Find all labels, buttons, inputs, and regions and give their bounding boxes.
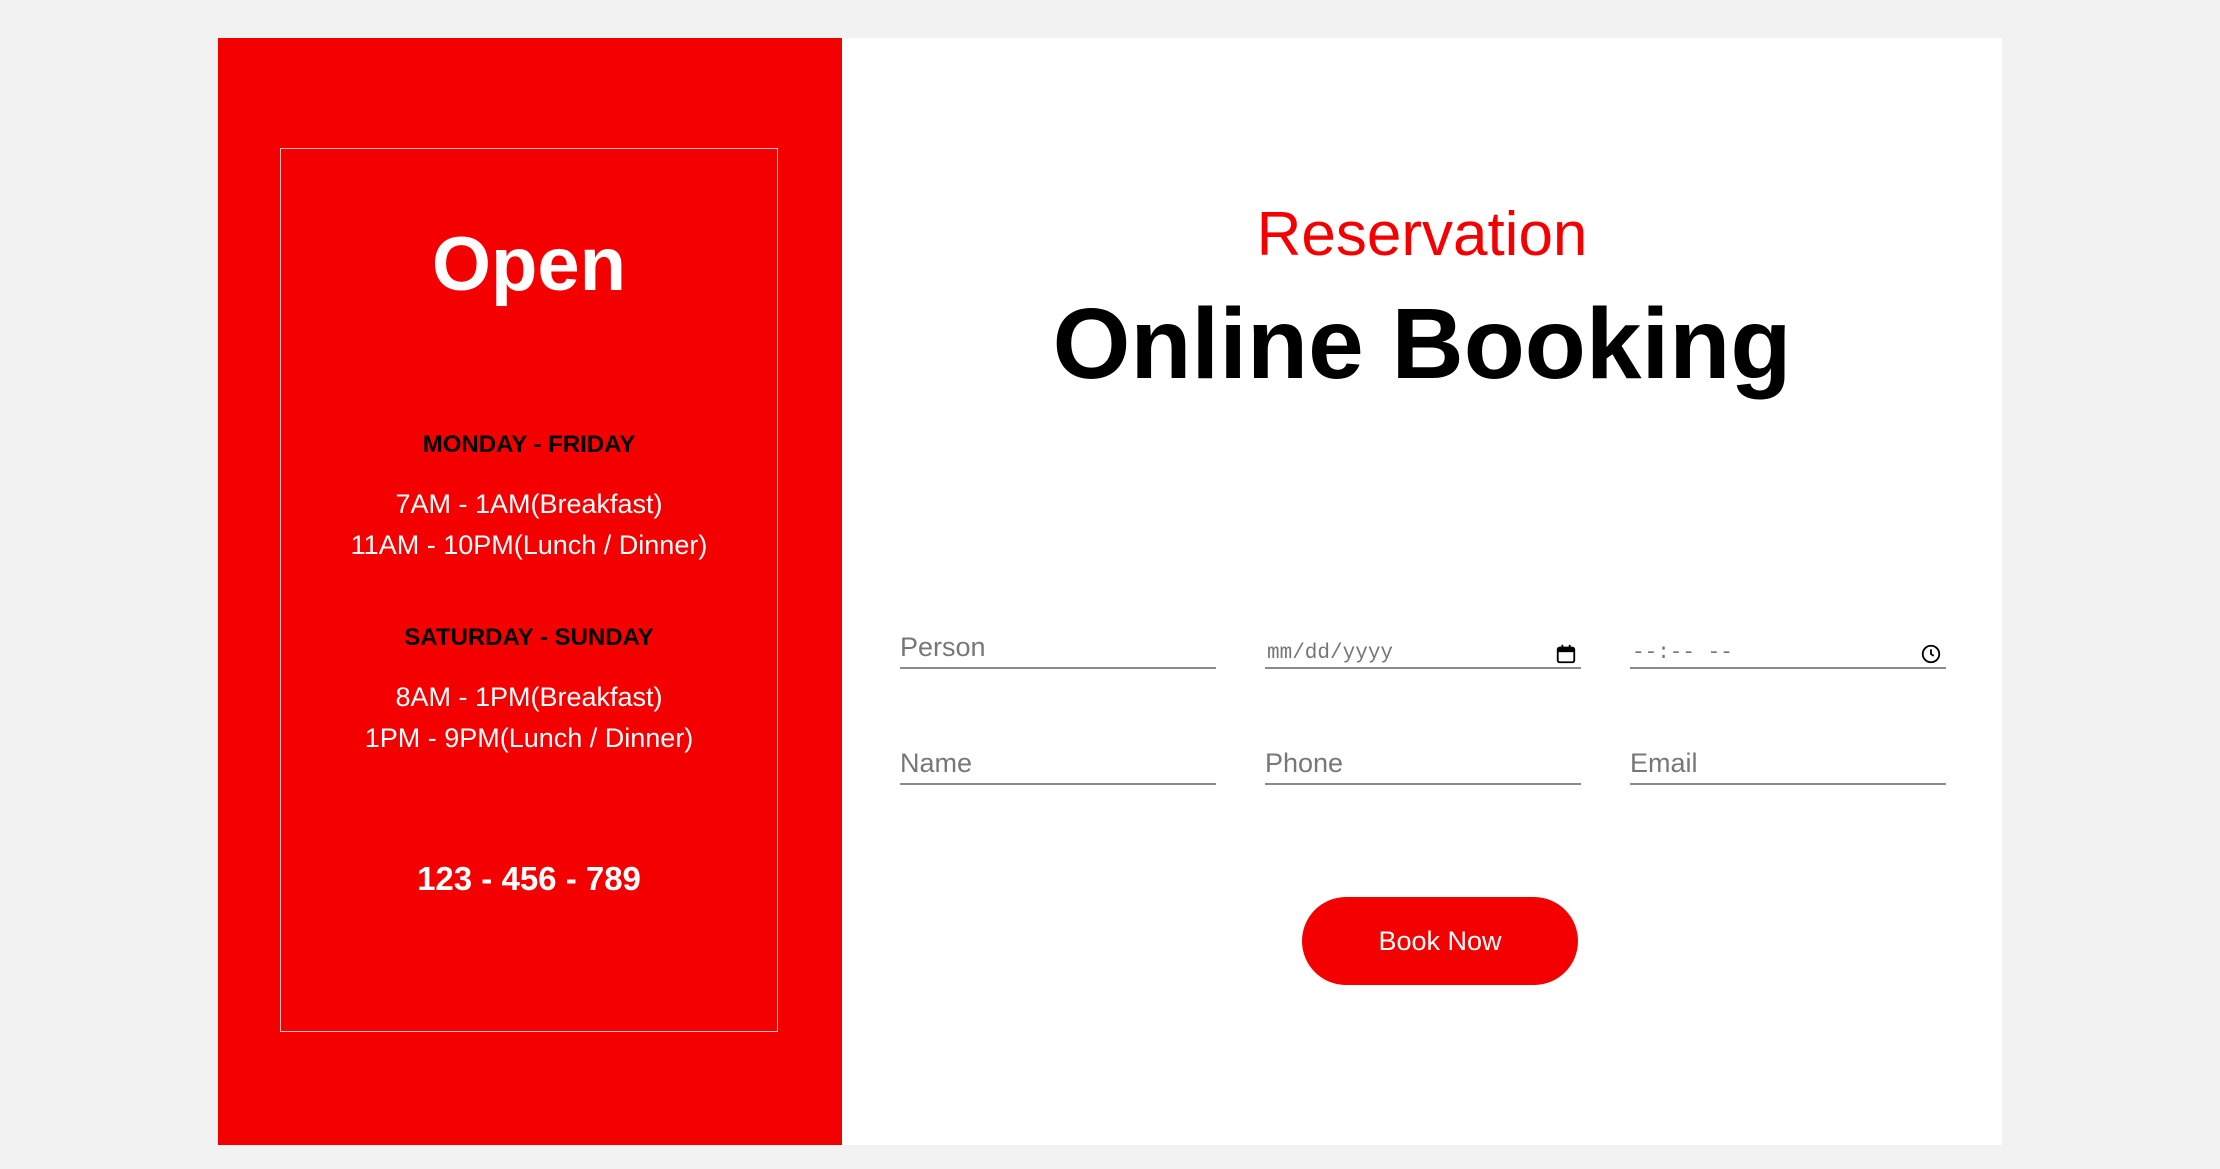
phone-number: 123 - 456 - 789 <box>417 860 641 897</box>
booking-card: Open MONDAY - FRIDAY 7AM - 1AM(Breakfast… <box>218 38 2002 1145</box>
page-title: Online Booking <box>1052 288 1792 400</box>
weekend-lunch-dinner-hours: 1PM - 9PM(Lunch / Dinner) <box>364 723 694 753</box>
email-input[interactable] <box>1630 743 1946 785</box>
calendar-icon[interactable] <box>1555 643 1577 665</box>
name-input[interactable] <box>900 743 1216 785</box>
open-title: Open <box>431 222 627 307</box>
date-placeholder: mm/dd/yyyy <box>1267 642 1394 665</box>
time-placeholder: --:-- -- <box>1632 642 1733 665</box>
book-now-button[interactable]: Book Now <box>1302 897 1578 985</box>
section-subtitle: Reservation <box>1256 200 1588 269</box>
clock-icon[interactable] <box>1920 643 1942 665</box>
person-input[interactable] <box>900 627 1216 669</box>
opening-hours-panel: Open MONDAY - FRIDAY 7AM - 1AM(Breakfast… <box>218 38 842 1145</box>
weekend-heading: SATURDAY - SUNDAY <box>404 624 654 651</box>
phone-input[interactable] <box>1265 743 1581 785</box>
weekday-lunch-dinner-hours: 11AM - 10PM(Lunch / Dinner) <box>350 530 708 560</box>
weekend-breakfast-hours: 8AM - 1PM(Breakfast) <box>395 682 663 712</box>
weekday-breakfast-hours: 7AM - 1AM(Breakfast) <box>395 489 663 519</box>
booking-form-panel: Reservation Online Booking mm/dd/yyyy --… <box>842 38 2002 1145</box>
weekday-heading: MONDAY - FRIDAY <box>422 431 636 458</box>
date-input[interactable]: mm/dd/yyyy <box>1265 627 1581 669</box>
time-input[interactable]: --:-- -- <box>1630 627 1946 669</box>
opening-hours-frame: Open MONDAY - FRIDAY 7AM - 1AM(Breakfast… <box>280 148 778 1032</box>
